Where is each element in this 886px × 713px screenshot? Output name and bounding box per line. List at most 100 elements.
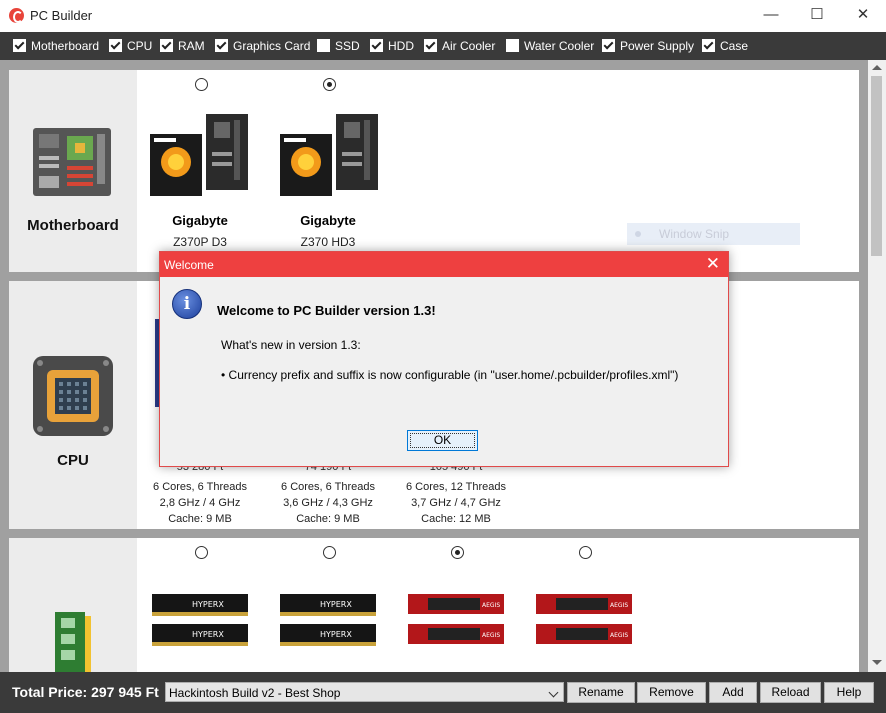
filter-water-cooler[interactable]: Water Cooler [506,39,594,53]
close-button[interactable]: ✕ [840,0,886,32]
minimize-button[interactable]: — [748,0,794,32]
title-bar: PC Builder — ☐ ✕ [0,0,886,32]
checkbox-checked[interactable] [602,39,615,52]
cpu-icon [33,356,113,436]
window-title: PC Builder [30,8,93,23]
reload-button[interactable]: Reload [760,682,821,703]
bottom-bar: Total Price: 297 945 Ft Hackintosh Build… [0,672,886,713]
ram-brand-text: HYPERX [192,600,224,609]
ram-product-image: HYPERX HYPERX [280,594,376,646]
filter-case[interactable]: Case [702,39,748,53]
ram-brand-text: HYPERX [320,600,352,609]
filter-cpu[interactable]: CPU [109,39,152,53]
ram-brand-text: AEGIS [482,632,500,639]
checkbox-unchecked[interactable] [317,39,330,52]
vertical-scrollbar[interactable] [868,60,886,672]
app-icon [9,8,24,23]
product-brand: Gigabyte [172,213,228,228]
filter-graphics-card[interactable]: Graphics Card [215,39,310,53]
filter-label: SSD [335,39,360,53]
cpu-clock: 3,7 GHz / 4,7 GHz [411,497,501,509]
filter-label: Case [720,39,749,53]
filter-motherboard[interactable]: Motherboard [13,39,99,53]
ram-icon [55,612,91,672]
dialog-bullet: • Currency prefix and suffix is now conf… [221,368,679,382]
dialog-title-bar: Welcome ✕ [160,252,728,277]
category-panel [9,538,137,672]
maximize-button[interactable]: ☐ [794,0,840,32]
cpu-cores: 6 Cores, 6 Threads [281,481,375,493]
scrollbar-thumb[interactable] [871,76,882,256]
section-ram: HYPERX HYPERX HYPERX HYPERX AEGIS AEGIS … [9,538,859,672]
filter-label: HDD [388,39,414,53]
profile-select-value: Hackintosh Build v2 - Best Shop [169,686,341,700]
motherboard-product-image [280,114,378,196]
cpu-clock: 3,6 GHz / 4,3 GHz [283,497,373,509]
ram-brand-text: AEGIS [610,632,628,639]
product-model: Z370P D3 [173,235,227,249]
filter-label: Power Supply [620,39,695,53]
filter-ssd[interactable]: SSD [317,39,360,53]
ram-product-image: HYPERX HYPERX [152,594,248,646]
ok-button[interactable]: OK [407,430,478,451]
chevron-down-icon [548,687,559,698]
checkbox-checked[interactable] [215,39,228,52]
select-radio-selected[interactable] [323,78,336,91]
checkbox-checked[interactable] [13,39,26,52]
ram-product-image: AEGIS AEGIS [408,594,504,644]
dialog-whats-new: What's new in version 1.3: [221,338,361,352]
ram-brand-text: HYPERX [320,630,352,639]
filter-label: Motherboard [31,39,100,53]
checkbox-checked[interactable] [424,39,437,52]
ram-brand-text: AEGIS [482,602,500,609]
filter-power-supply[interactable]: Power Supply [602,39,694,53]
checkbox-unchecked[interactable] [506,39,519,52]
cpu-cache: Cache: 9 MB [168,513,232,525]
select-radio[interactable] [195,546,208,559]
scroll-up-arrow-icon[interactable] [872,65,882,70]
category-filter-bar: Motherboard CPU RAM Graphics Card SSD HD… [0,32,886,60]
dialog-close-icon[interactable]: ✕ [706,254,720,274]
category-label: Motherboard [27,217,119,234]
select-radio-selected[interactable] [451,546,464,559]
help-button[interactable]: Help [824,682,874,703]
category-label: CPU [57,452,89,469]
ram-brand-text: HYPERX [192,630,224,639]
filter-hdd[interactable]: HDD [370,39,414,53]
select-radio[interactable] [323,546,336,559]
checkbox-checked[interactable] [109,39,122,52]
checkbox-checked[interactable] [702,39,715,52]
window-snip-ghost: Window Snip [627,223,800,245]
motherboard-product-image [150,114,248,196]
checkbox-checked[interactable] [160,39,173,52]
filter-ram[interactable]: RAM [160,39,205,53]
cpu-cache: Cache: 9 MB [296,513,360,525]
total-price: Total Price: 297 945 Ft [12,684,159,700]
cpu-clock: 2,8 GHz / 4 GHz [159,497,241,509]
scroll-down-arrow-icon[interactable] [872,660,882,665]
info-icon: i [172,289,202,319]
category-panel: Motherboard [9,70,137,272]
add-button[interactable]: Add [709,682,757,703]
motherboard-icon [33,128,111,196]
cpu-cores: 6 Cores, 12 Threads [405,481,507,493]
checkbox-checked[interactable] [370,39,383,52]
ram-brand-text: AEGIS [610,602,628,609]
select-radio[interactable] [579,546,592,559]
profile-select[interactable]: Hackintosh Build v2 - Best Shop [165,682,564,702]
filter-label: Graphics Card [233,39,311,53]
category-panel: CPU [9,281,137,529]
remove-button[interactable]: Remove [637,682,706,703]
ram-product-image: AEGIS AEGIS [536,594,632,644]
dialog-title: Welcome [164,258,214,272]
select-radio[interactable] [195,78,208,91]
filter-label: Air Cooler [442,39,496,53]
filter-label: CPU [127,39,153,53]
dialog-heading: Welcome to PC Builder version 1.3! [217,303,436,318]
welcome-dialog: Welcome ✕ i Welcome to PC Builder versio… [159,251,729,467]
product-model: Z370 HD3 [300,235,356,249]
cpu-cores: 6 Cores, 6 Threads [153,481,247,493]
rename-button[interactable]: Rename [567,682,635,703]
cpu-cache: Cache: 12 MB [421,513,491,525]
filter-air-cooler[interactable]: Air Cooler [424,39,495,53]
